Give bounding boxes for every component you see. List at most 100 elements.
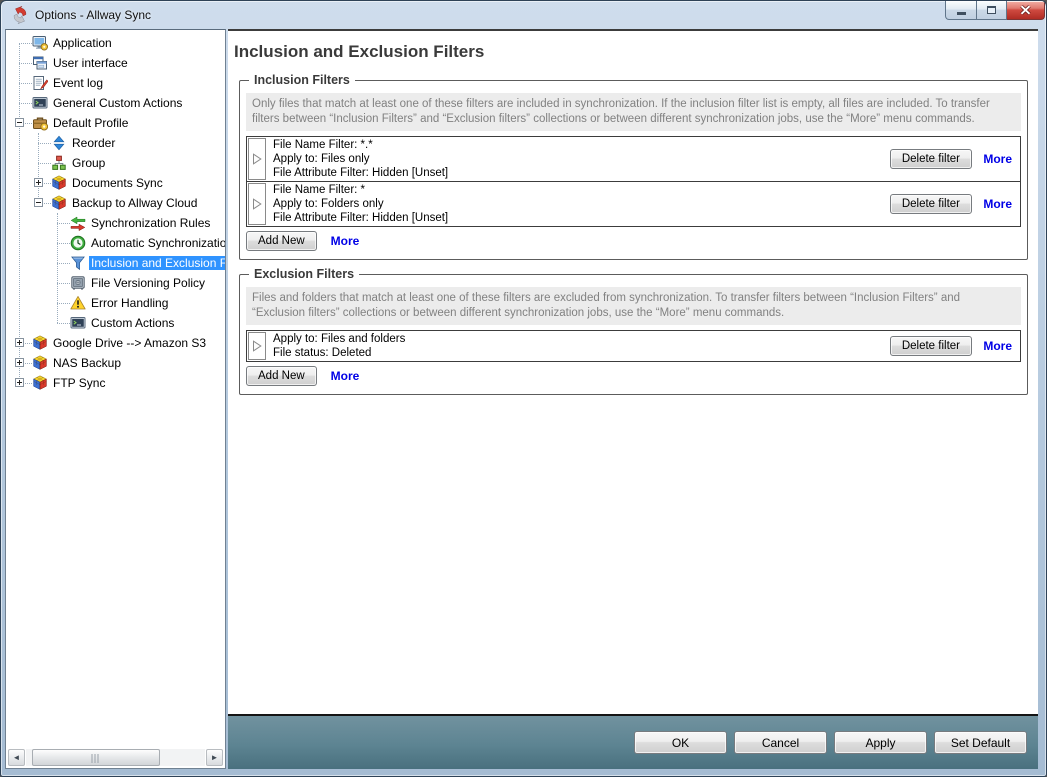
expander-minus-icon[interactable] xyxy=(15,118,24,127)
tree-item-google-drive-amazon-s3[interactable]: Google Drive --> Amazon S3 xyxy=(6,333,225,353)
titlebar[interactable]: Options - Allway Sync xyxy=(1,1,1046,29)
funnel-icon xyxy=(70,255,86,271)
tree-item-label: Automatic Synchronization xyxy=(89,236,226,250)
filter-detail-line: File Name Filter: * xyxy=(273,183,870,197)
tree-item-label: Default Profile xyxy=(51,116,130,130)
filter-detail-line: Apply to: Files only xyxy=(273,152,870,166)
maximize-button[interactable] xyxy=(977,1,1007,20)
content-area: Application User interface Event log Genera… xyxy=(5,29,1038,769)
filter-item[interactable]: Apply to: Files and foldersFile status: … xyxy=(246,330,1021,362)
close-icon xyxy=(1020,5,1031,15)
tree-item-ftp-sync[interactable]: FTP Sync xyxy=(6,373,225,393)
tree-item-label: File Versioning Policy xyxy=(89,276,207,290)
tree-item-nas-backup[interactable]: NAS Backup xyxy=(6,353,225,373)
tree-item-label: Backup to Allway Cloud xyxy=(70,196,199,210)
tree-item-label: Group xyxy=(70,156,107,170)
cube-icon xyxy=(32,335,48,351)
tree-item-custom-actions[interactable]: Custom Actions xyxy=(6,313,225,333)
expander-minus-icon[interactable] xyxy=(34,198,43,207)
section-description: Files and folders that match at least on… xyxy=(246,287,1021,325)
minimize-icon xyxy=(957,12,966,15)
main-scroll: Inclusion and Exclusion Filters Inclusio… xyxy=(228,31,1038,714)
tree-connector xyxy=(19,83,32,84)
expander-plus-icon[interactable] xyxy=(34,178,43,187)
expand-triangle-icon[interactable] xyxy=(248,332,266,360)
clock-icon xyxy=(70,235,86,251)
ok-button[interactable]: OK xyxy=(634,731,727,754)
expand-triangle-icon[interactable] xyxy=(248,183,266,225)
tree-connector xyxy=(57,323,70,324)
group-legend: Inclusion Filters xyxy=(249,73,355,87)
more-link[interactable]: More xyxy=(331,234,360,248)
tree-horizontal-scrollbar[interactable]: ◄ ► xyxy=(8,749,223,766)
tree-item-label: Error Handling xyxy=(89,296,170,310)
briefcase-icon xyxy=(32,115,48,131)
tree-item-error-handling[interactable]: Error Handling xyxy=(6,293,225,313)
scroll-left-button[interactable]: ◄ xyxy=(8,749,25,766)
filter-detail-line: Apply to: Files and folders xyxy=(273,332,870,346)
minimize-button[interactable] xyxy=(945,1,977,20)
user-interface-icon xyxy=(32,55,48,71)
delete-filter-button[interactable]: Delete filter xyxy=(890,336,972,356)
page-title: Inclusion and Exclusion Filters xyxy=(234,42,1030,62)
tree-item-label: General Custom Actions xyxy=(51,96,184,110)
more-link[interactable]: More xyxy=(983,152,1012,166)
filter-item[interactable]: File Name Filter: *Apply to: Folders onl… xyxy=(246,181,1021,227)
tree-item-user-interface[interactable]: User interface xyxy=(6,53,225,73)
tree-item-documents-sync[interactable]: Documents Sync xyxy=(6,173,225,193)
safe-icon xyxy=(70,275,86,291)
tree-item-backup-to-allway-cloud[interactable]: Backup to Allway Cloud xyxy=(6,193,225,213)
close-button[interactable] xyxy=(1007,1,1045,20)
add-row: Add New More xyxy=(246,366,1021,386)
event-log-icon xyxy=(32,75,48,91)
filter-detail-line: File status: Deleted xyxy=(273,346,870,360)
tree-item-reorder[interactable]: Reorder xyxy=(6,133,225,153)
tree-item-file-versioning-policy[interactable]: File Versioning Policy xyxy=(6,273,225,293)
add-new-button[interactable]: Add New xyxy=(246,366,317,386)
tree-connector xyxy=(19,43,32,44)
add-new-button[interactable]: Add New xyxy=(246,231,317,251)
filter-item[interactable]: File Name Filter: *.*Apply to: Files onl… xyxy=(246,136,1021,182)
more-link[interactable]: More xyxy=(983,197,1012,211)
tree-item-label: Application xyxy=(51,36,114,50)
delete-filter-button[interactable]: Delete filter xyxy=(890,149,972,169)
window-title: Options - Allway Sync xyxy=(35,8,151,22)
delete-filter-button[interactable]: Delete filter xyxy=(890,194,972,214)
expander-plus-icon[interactable] xyxy=(15,378,24,387)
tree-item-general-custom-actions[interactable]: General Custom Actions xyxy=(6,93,225,113)
tree-item-group[interactable]: Group xyxy=(6,153,225,173)
tree-item-application[interactable]: Application xyxy=(6,33,225,53)
tree-item-label: Reorder xyxy=(70,136,117,150)
add-row: Add New More xyxy=(246,231,1021,251)
more-link[interactable]: More xyxy=(331,369,360,383)
group-exclusion-filters: Exclusion FiltersFiles and folders that … xyxy=(239,274,1028,395)
set-default-button[interactable]: Set Default xyxy=(934,731,1027,754)
scroll-right-button[interactable]: ► xyxy=(206,749,223,766)
tree-connector xyxy=(57,243,70,244)
tree-item-inclusion-and-exclusion-filters[interactable]: Inclusion and Exclusion Filters xyxy=(6,253,225,273)
apply-button[interactable]: Apply xyxy=(834,731,927,754)
tree-item-synchronization-rules[interactable]: Synchronization Rules xyxy=(6,213,225,233)
maximize-icon xyxy=(987,6,996,14)
tree-item-event-log[interactable]: Event log xyxy=(6,73,225,93)
filter-detail-line: File Attribute Filter: Hidden [Unset] xyxy=(273,166,870,180)
expander-plus-icon[interactable] xyxy=(15,358,24,367)
tree-connector xyxy=(57,223,70,224)
more-link[interactable]: More xyxy=(983,339,1012,353)
filter-detail-line: File Name Filter: *.* xyxy=(273,138,870,152)
tree-item-label: FTP Sync xyxy=(51,376,107,390)
scrollbar-track[interactable] xyxy=(26,749,205,766)
section-description: Only files that match at least one of th… xyxy=(246,93,1021,131)
tree-item-label: User interface xyxy=(51,56,130,70)
expand-triangle-icon[interactable] xyxy=(248,138,266,180)
expander-plus-icon[interactable] xyxy=(15,338,24,347)
cancel-button[interactable]: Cancel xyxy=(734,731,827,754)
application-icon xyxy=(32,35,48,51)
scrollbar-thumb[interactable] xyxy=(32,749,160,766)
cube-icon xyxy=(51,195,67,211)
filter-detail-line: File Attribute Filter: Hidden [Unset] xyxy=(273,211,870,225)
group-legend: Exclusion Filters xyxy=(249,267,359,281)
tree-item-default-profile[interactable]: Default Profile xyxy=(6,113,225,133)
tree-connector xyxy=(57,283,70,284)
tree-item-automatic-synchronization[interactable]: Automatic Synchronization xyxy=(6,233,225,253)
